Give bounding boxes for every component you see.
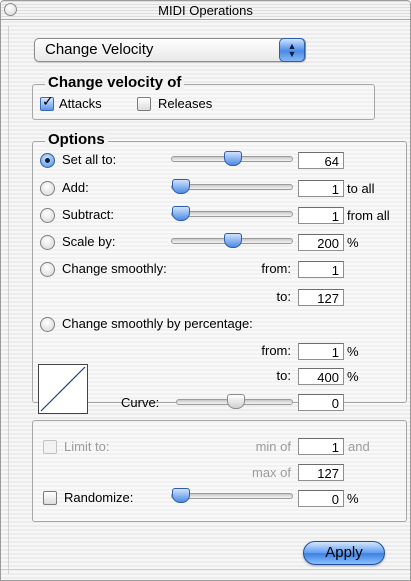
limit-label: Limit to: <box>64 439 110 454</box>
limit-group <box>32 420 407 522</box>
add-label: Add: <box>62 180 89 195</box>
subtract-field[interactable]: 1 <box>298 207 344 224</box>
window-title: MIDI Operations <box>158 3 253 18</box>
min-of-label: min of <box>255 439 291 454</box>
randomize-checkbox[interactable] <box>43 491 57 505</box>
randomize-suffix: % <box>347 491 359 506</box>
add-radio[interactable] <box>40 181 55 196</box>
scale-label: Scale by: <box>62 234 116 249</box>
pct-from-suffix: % <box>347 344 359 359</box>
set-all-field[interactable]: 64 <box>298 152 344 169</box>
scale-slider-thumb[interactable] <box>224 233 242 248</box>
change-smoothly-to-field[interactable]: 127 <box>298 289 344 306</box>
subtract-radio[interactable] <box>40 208 55 223</box>
randomize-slider-thumb[interactable] <box>172 488 190 503</box>
apply-button[interactable]: Apply <box>303 541 385 565</box>
add-field[interactable]: 1 <box>298 180 344 197</box>
change-smoothly-from-label: from: <box>261 261 291 276</box>
limit-checkbox[interactable] <box>43 440 57 454</box>
scale-suffix: % <box>347 235 359 250</box>
change-smoothly-label: Change smoothly: <box>62 261 167 276</box>
set-all-slider-thumb[interactable] <box>224 151 242 166</box>
randomize-label: Randomize: <box>64 490 134 505</box>
curve-label: Curve: <box>121 395 160 410</box>
change-smoothly-to-label: to: <box>276 289 291 304</box>
popup-arrows-icon: ▲ ▼ <box>279 38 305 62</box>
set-all-slider[interactable] <box>171 151 293 166</box>
set-all-label: Set all to: <box>62 152 117 167</box>
midi-operations-window: MIDI Operations Change Velocity ▲ ▼ Chang… <box>0 0 411 581</box>
scale-field[interactable]: 200 <box>298 234 344 251</box>
pct-to-suffix: % <box>347 369 359 384</box>
pct-from-field[interactable]: 1 <box>298 343 344 360</box>
window-bottom-edge <box>1 569 410 580</box>
operation-popup-label: Change Velocity <box>45 41 154 58</box>
title-bar[interactable]: MIDI Operations <box>1 1 410 20</box>
change-smoothly-pct-radio[interactable] <box>40 317 55 332</box>
change-velocity-title: Change velocity of <box>45 74 185 91</box>
pct-to-field[interactable]: 400 <box>298 368 344 385</box>
randomize-field[interactable]: 0 <box>298 490 344 507</box>
subtract-slider-thumb[interactable] <box>172 206 190 221</box>
curve-field[interactable]: 0 <box>298 394 344 411</box>
releases-label: Releases <box>158 96 213 111</box>
curve-slider[interactable] <box>176 394 293 409</box>
randomize-slider[interactable] <box>171 488 293 503</box>
subtract-suffix: from all <box>347 208 390 223</box>
max-of-field[interactable]: 127 <box>298 464 344 481</box>
change-smoothly-radio[interactable] <box>40 262 55 277</box>
subtract-label: Subtract: <box>62 207 115 222</box>
releases-checkbox[interactable] <box>137 97 151 111</box>
attacks-label: Attacks <box>59 96 102 111</box>
subtract-slider[interactable] <box>171 206 293 221</box>
and-label: and <box>348 439 370 454</box>
curve-slider-thumb[interactable] <box>226 394 245 409</box>
attacks-checkbox[interactable] <box>40 93 54 111</box>
min-of-field[interactable]: 1 <box>298 438 344 455</box>
add-suffix: to all <box>347 181 375 196</box>
curve-line-icon <box>40 366 86 412</box>
change-smoothly-pct-label: Change smoothly by percentage: <box>62 316 253 331</box>
add-slider[interactable] <box>171 179 293 194</box>
scale-radio[interactable] <box>40 235 55 250</box>
operation-popup[interactable]: Change Velocity ▲ ▼ <box>34 38 306 62</box>
change-smoothly-from-field[interactable]: 1 <box>298 261 344 278</box>
max-of-label: max of <box>251 465 291 480</box>
window-edge <box>3 26 9 574</box>
pct-from-label: from: <box>261 343 291 358</box>
curve-preview <box>38 364 88 414</box>
add-slider-thumb[interactable] <box>172 179 190 194</box>
pct-to-label: to: <box>276 368 291 383</box>
scale-slider[interactable] <box>171 233 293 248</box>
set-all-radio[interactable] <box>40 153 55 168</box>
options-title: Options <box>45 131 108 148</box>
